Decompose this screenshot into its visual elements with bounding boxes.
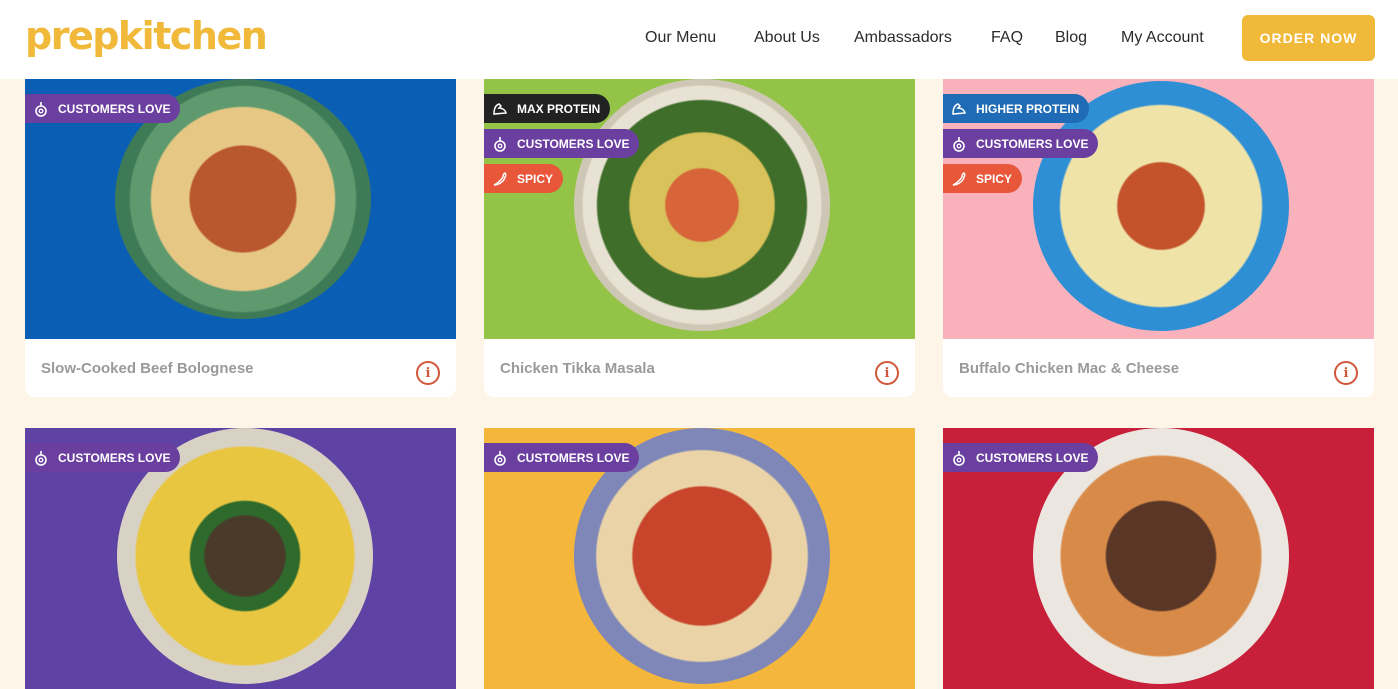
badge-label: CUSTOMERS LOVE bbox=[517, 136, 630, 151]
badge-higher-protein: HIGHER PROTEIN bbox=[943, 94, 1090, 123]
muscle-icon bbox=[490, 99, 510, 119]
hand-ok-icon bbox=[31, 99, 51, 119]
nav-about-us[interactable]: About Us bbox=[754, 29, 820, 47]
badge-customers-love: CUSTOMERS LOVE bbox=[25, 94, 181, 123]
badge-label: MAX PROTEIN bbox=[517, 101, 601, 116]
order-now-button[interactable]: ORDER NOW bbox=[1242, 15, 1375, 61]
nav-blog[interactable]: Blog bbox=[1055, 29, 1087, 47]
badge-label: CUSTOMERS LOVE bbox=[58, 101, 171, 116]
card-footer: Buffalo Chicken Mac & Cheese i bbox=[943, 339, 1374, 397]
nav-faq[interactable]: FAQ bbox=[991, 29, 1023, 47]
meal-card[interactable]: CUSTOMERS LOVE bbox=[484, 428, 915, 689]
meal-card[interactable]: CUSTOMERS LOVE bbox=[25, 428, 456, 689]
info-icon[interactable]: i bbox=[875, 361, 899, 385]
badge-label: CUSTOMERS LOVE bbox=[976, 136, 1089, 151]
badge-label: CUSTOMERS LOVE bbox=[517, 450, 630, 465]
badge-spicy: SPICY bbox=[484, 164, 564, 193]
info-icon[interactable]: i bbox=[1334, 361, 1358, 385]
logo[interactable]: prepkitchen bbox=[25, 14, 268, 58]
chili-pepper-icon bbox=[490, 169, 510, 189]
site-header: prepkitchen Our Menu About Us Ambassador… bbox=[0, 0, 1398, 79]
badge-max-protein: MAX PROTEIN bbox=[484, 94, 611, 123]
chili-pepper-icon bbox=[949, 169, 969, 189]
hand-ok-icon bbox=[490, 134, 510, 154]
badge-customers-love: CUSTOMERS LOVE bbox=[484, 443, 640, 472]
hand-ok-icon bbox=[949, 448, 969, 468]
nav-our-menu[interactable]: Our Menu bbox=[645, 29, 716, 47]
meal-card[interactable]: CUSTOMERS LOVE bbox=[943, 428, 1374, 689]
nav-my-account[interactable]: My Account bbox=[1121, 29, 1204, 47]
hand-ok-icon bbox=[949, 134, 969, 154]
badge-label: HIGHER PROTEIN bbox=[976, 101, 1080, 116]
badge-label: SPICY bbox=[976, 171, 1013, 186]
badge-customers-love: CUSTOMERS LOVE bbox=[484, 129, 640, 158]
meal-title[interactable]: Slow-Cooked Beef Bolognese bbox=[41, 360, 254, 377]
badge-spicy: SPICY bbox=[943, 164, 1023, 193]
badge-customers-love: CUSTOMERS LOVE bbox=[943, 129, 1099, 158]
card-footer: Slow-Cooked Beef Bolognese i bbox=[25, 339, 456, 397]
card-footer: Chicken Tikka Masala i bbox=[484, 339, 915, 397]
info-icon[interactable]: i bbox=[416, 361, 440, 385]
meal-card[interactable]: CUSTOMERS LOVE Slow-Cooked Beef Bolognes… bbox=[25, 79, 456, 398]
nav-ambassadors[interactable]: Ambassadors bbox=[854, 29, 952, 47]
muscle-icon bbox=[949, 99, 969, 119]
badge-label: SPICY bbox=[517, 171, 554, 186]
meal-title[interactable]: Chicken Tikka Masala bbox=[500, 360, 655, 377]
badge-customers-love: CUSTOMERS LOVE bbox=[25, 443, 181, 472]
hand-ok-icon bbox=[490, 448, 510, 468]
badge-label: CUSTOMERS LOVE bbox=[58, 450, 171, 465]
meal-card[interactable]: MAX PROTEIN CUSTOMERS LOVE SPICY Chicken… bbox=[484, 79, 915, 398]
meal-title[interactable]: Buffalo Chicken Mac & Cheese bbox=[959, 360, 1179, 377]
badge-label: CUSTOMERS LOVE bbox=[976, 450, 1089, 465]
meal-card[interactable]: HIGHER PROTEIN CUSTOMERS LOVE SPICY Buff… bbox=[943, 79, 1374, 398]
plate-image bbox=[574, 79, 830, 331]
hand-ok-icon bbox=[31, 448, 51, 468]
badge-customers-love: CUSTOMERS LOVE bbox=[943, 443, 1099, 472]
